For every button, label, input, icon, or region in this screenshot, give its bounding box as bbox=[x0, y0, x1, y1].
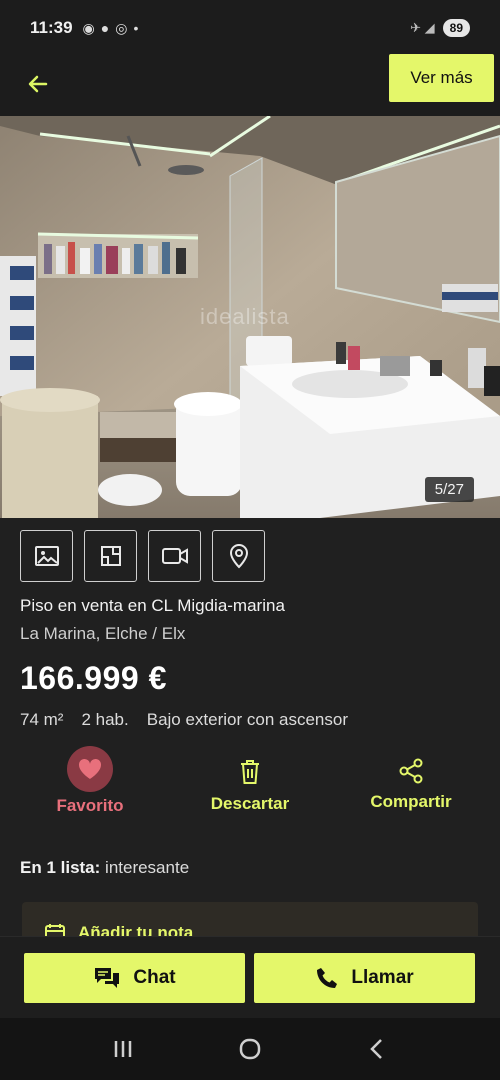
feature-size: 74 m² bbox=[20, 710, 64, 729]
feature-floor: Bajo exterior con ascensor bbox=[146, 710, 349, 729]
ver-mas-button[interactable]: Ver más bbox=[389, 54, 494, 102]
share-button[interactable]: Compartir bbox=[356, 758, 466, 812]
back-button[interactable] bbox=[20, 66, 56, 102]
map-tab[interactable] bbox=[212, 530, 265, 582]
status-bar: 11:39 ◉ ● ◎ • ✈ ◢ 89 bbox=[0, 0, 500, 56]
listing-price: 166.999 € bbox=[20, 660, 167, 696]
list-membership[interactable]: En 1 lista: interesante bbox=[20, 858, 189, 878]
call-button[interactable]: Llamar bbox=[254, 953, 475, 1003]
favorite-button[interactable]: Favorito bbox=[50, 746, 130, 816]
floorplan-tab[interactable] bbox=[84, 530, 137, 582]
call-label: Llamar bbox=[351, 967, 414, 988]
listing-location[interactable]: La Marina, Elche / Elx bbox=[20, 624, 185, 644]
chat-button[interactable]: Chat bbox=[24, 953, 245, 1003]
photos-tab[interactable] bbox=[20, 530, 73, 582]
system-nav-bar bbox=[0, 1018, 500, 1080]
chat-icon bbox=[95, 968, 120, 988]
chat-label: Chat bbox=[133, 967, 176, 988]
app-bar: Ver más bbox=[0, 54, 500, 116]
status-time: 11:39 bbox=[30, 18, 73, 37]
chat-bubble-icon: ● bbox=[100, 19, 110, 36]
photo-watermark: idealista bbox=[200, 304, 290, 329]
home-icon bbox=[239, 1038, 261, 1060]
recent-apps-button[interactable] bbox=[103, 1029, 143, 1069]
home-button[interactable] bbox=[230, 1029, 270, 1069]
feature-rooms: 2 hab. bbox=[81, 710, 129, 729]
dot-icon: • bbox=[133, 19, 139, 36]
battery-badge: 89 bbox=[442, 19, 470, 37]
listing-photo[interactable]: idealista 5/27 bbox=[0, 116, 500, 518]
signal-icon: ✈ ◢ bbox=[410, 20, 435, 35]
media-tabs bbox=[20, 530, 265, 582]
action-row: Favorito Descartar Compartir bbox=[0, 746, 500, 826]
notification-icon: ◉ bbox=[82, 19, 95, 36]
favorite-label: Favorito bbox=[56, 796, 124, 815]
discard-label: Descartar bbox=[210, 794, 290, 813]
photos-icon bbox=[34, 546, 59, 566]
list-value: interesante bbox=[100, 858, 190, 877]
bottom-action-bar: Chat Llamar bbox=[0, 936, 500, 1018]
phone-icon bbox=[317, 968, 338, 988]
whatsapp-icon: ◎ bbox=[115, 19, 128, 36]
trash-icon bbox=[241, 760, 259, 784]
status-right: ✈ ◢ 89 bbox=[410, 19, 470, 37]
map-pin-icon bbox=[229, 544, 248, 569]
recent-apps-icon bbox=[115, 1041, 132, 1057]
photo-counter: 5/27 bbox=[424, 477, 474, 502]
listing-title: Piso en venta en CL Migdia-marina bbox=[20, 596, 285, 615]
favorite-circle bbox=[67, 746, 113, 792]
floorplan-icon bbox=[100, 546, 121, 566]
share-label: Compartir bbox=[370, 792, 452, 811]
notification-icons: ◉ ● ◎ • bbox=[83, 20, 139, 37]
list-prefix: En 1 lista: bbox=[20, 858, 101, 877]
share-icon bbox=[399, 758, 423, 784]
video-tab[interactable] bbox=[148, 530, 201, 582]
system-back-button[interactable] bbox=[357, 1029, 397, 1069]
discard-button[interactable]: Descartar bbox=[190, 758, 310, 814]
chevron-left-icon bbox=[369, 1039, 382, 1059]
listing-features: 74 m² 2 hab. Bajo exterior con ascensor bbox=[20, 710, 348, 730]
heart-icon bbox=[78, 758, 102, 779]
back-arrow-icon bbox=[28, 75, 48, 93]
video-icon bbox=[161, 548, 188, 564]
